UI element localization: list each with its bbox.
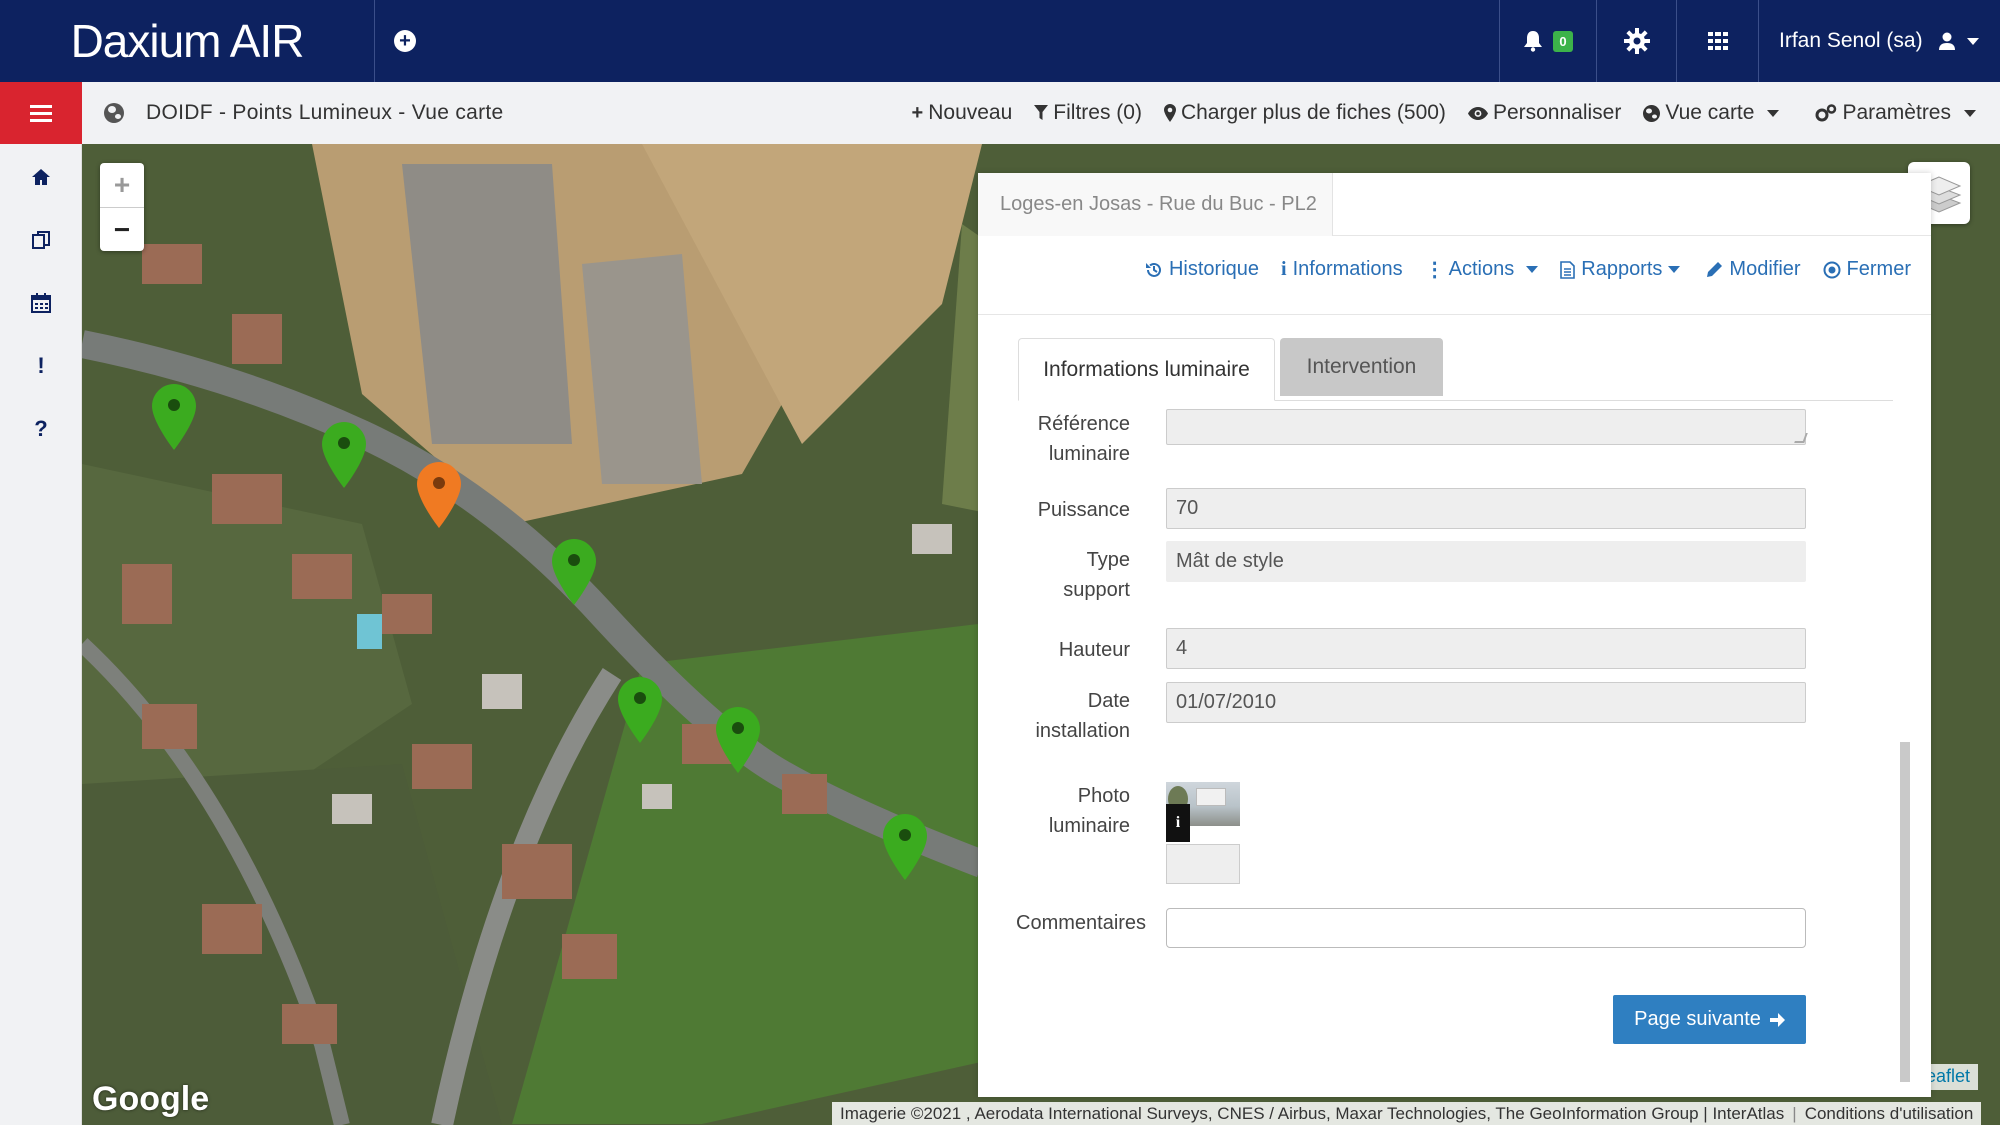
left-sidebar: ! ?	[0, 82, 82, 1125]
customize-button[interactable]: Personnaliser	[1467, 101, 1621, 125]
gear-icon	[1623, 28, 1650, 54]
notification-count-badge: 0	[1553, 30, 1573, 52]
plus-circle-icon: +	[394, 30, 416, 52]
globe-icon	[1643, 104, 1661, 122]
field-label: Type	[1086, 549, 1130, 571]
field-label: Puissance	[1037, 499, 1130, 521]
user-menu[interactable]: Irfan Senol (sa)	[1758, 0, 2000, 82]
history-icon	[1145, 262, 1161, 277]
file-text-icon	[1560, 260, 1576, 279]
new-record-button[interactable]: + Nouveau	[912, 101, 1013, 125]
page-title: DOIDF - Points Lumineux - Vue carte	[146, 101, 504, 124]
panel-actions: Historique i Informations ⋮ Actions Rapp…	[1145, 257, 1911, 282]
field-label: luminaire	[1048, 443, 1130, 465]
zoom-in-button[interactable]: +	[100, 163, 144, 207]
top-navbar: Daxium AIR + 0 Irfan Senol (sa)	[0, 0, 2000, 82]
home-icon	[32, 168, 50, 185]
sidebar-item-help[interactable]: ?	[0, 397, 82, 460]
view-selector-dropdown[interactable]: Vue carte	[1643, 101, 1780, 125]
exclamation-icon: !	[37, 352, 45, 378]
tab-informations-luminaire[interactable]: Informations luminaire	[1018, 338, 1275, 401]
logo-text: Daxium AIR	[70, 15, 305, 67]
history-button[interactable]: Historique	[1145, 257, 1259, 282]
quick-add-button[interactable]: +	[375, 0, 435, 82]
field-label: Référence	[1037, 413, 1130, 435]
form-tabs: Informations luminaire Intervention	[1018, 338, 1893, 401]
chevron-down-icon	[1668, 266, 1681, 273]
next-page-button[interactable]: Page suivante	[1613, 995, 1806, 1044]
calendar-icon	[31, 292, 51, 313]
type-support-value[interactable]: Mât de style	[1166, 541, 1806, 582]
record-detail-panel: Loges-en Josas - Rue du Buc - PL2 Histor…	[978, 173, 1931, 1097]
attribution-text: Imagerie ©2021 , Aerodata International …	[840, 1103, 1785, 1123]
close-button[interactable]: Fermer	[1823, 257, 1911, 282]
close-circle-icon	[1823, 261, 1841, 278]
bell-icon	[1524, 31, 1543, 52]
sidebar-item-home[interactable]	[0, 145, 82, 208]
chevron-down-icon	[1767, 109, 1780, 117]
record-title: Loges-en Josas - Rue du Buc - PL2	[978, 173, 1333, 236]
commentaires-input[interactable]	[1166, 908, 1806, 948]
field-label: installation	[1035, 720, 1130, 742]
settings-button[interactable]	[1596, 0, 1676, 82]
load-more-button[interactable]: Charger plus de fiches (500)	[1163, 101, 1446, 125]
actions-dropdown[interactable]: ⋮ Actions	[1425, 257, 1539, 282]
sidebar-item-calendar[interactable]	[0, 271, 82, 334]
info-icon: i	[1281, 258, 1287, 280]
zoom-control: + −	[100, 163, 144, 251]
grid-icon	[1707, 32, 1728, 50]
settings-dropdown[interactable]: Paramètres	[1815, 101, 1976, 125]
chevron-down-icon	[1526, 266, 1539, 273]
gears-icon	[1815, 104, 1837, 122]
plus-icon: +	[911, 101, 924, 124]
panel-scrollbar[interactable]	[1900, 742, 1910, 1082]
hamburger-icon	[30, 104, 52, 122]
eye-icon	[1467, 106, 1488, 120]
field-label: Date	[1087, 690, 1130, 712]
reference-luminaire-textarea[interactable]	[1166, 409, 1806, 445]
field-photo-luminaire: Photo luminaire i	[978, 782, 1878, 892]
user-icon	[1938, 32, 1955, 50]
hauteur-input[interactable]: 4	[1166, 628, 1806, 669]
ellipsis-vertical-icon: ⋮	[1424, 259, 1445, 281]
pencil-icon	[1707, 262, 1723, 277]
field-label: support	[1063, 579, 1130, 601]
app-logo[interactable]: Daxium AIR	[0, 0, 375, 82]
puissance-input[interactable]: 70	[1166, 488, 1806, 529]
sidebar-item-alerts[interactable]: !	[0, 334, 82, 397]
chevron-down-icon	[1964, 109, 1976, 117]
photo-placeholder[interactable]	[1166, 844, 1240, 884]
field-label: Hauteur	[1058, 639, 1130, 661]
filters-button[interactable]: Filtres (0)	[1034, 101, 1142, 125]
copy-icon	[32, 230, 50, 249]
field-label: Photo	[1077, 785, 1130, 807]
sidebar-item-documents[interactable]	[0, 208, 82, 271]
edit-button[interactable]: Modifier	[1706, 257, 1801, 282]
photo-info-icon[interactable]: i	[1166, 804, 1190, 842]
terms-link[interactable]: Conditions d'utilisation	[1805, 1104, 1974, 1124]
google-logo: Google	[92, 1080, 210, 1118]
map-marker-icon	[1163, 104, 1176, 122]
filter-icon	[1034, 105, 1049, 120]
panel-header: Loges-en Josas - Rue du Buc - PL2	[978, 173, 1931, 236]
arrow-right-icon	[1769, 1012, 1785, 1027]
notifications-button[interactable]: 0	[1499, 0, 1596, 82]
chevron-down-icon	[1966, 37, 1979, 45]
field-label: Commentaires	[1016, 912, 1147, 934]
user-name: Irfan Senol (sa)	[1779, 29, 1923, 52]
page-toolbar: DOIDF - Points Lumineux - Vue carte + No…	[82, 82, 2000, 144]
apps-button[interactable]	[1676, 0, 1758, 82]
map-attribution: Imagerie ©2021 , Aerodata International …	[832, 1102, 1982, 1125]
question-icon: ?	[34, 415, 48, 441]
field-label: luminaire	[1048, 815, 1130, 837]
tab-intervention[interactable]: Intervention	[1280, 338, 1443, 396]
zoom-out-button[interactable]: −	[100, 207, 144, 251]
menu-toggle-button[interactable]	[0, 82, 82, 144]
globe-icon	[104, 103, 124, 123]
date-installation-input[interactable]: 01/07/2010	[1166, 682, 1806, 723]
informations-button[interactable]: i Informations	[1281, 257, 1403, 282]
reports-dropdown[interactable]: Rapports	[1560, 257, 1681, 282]
